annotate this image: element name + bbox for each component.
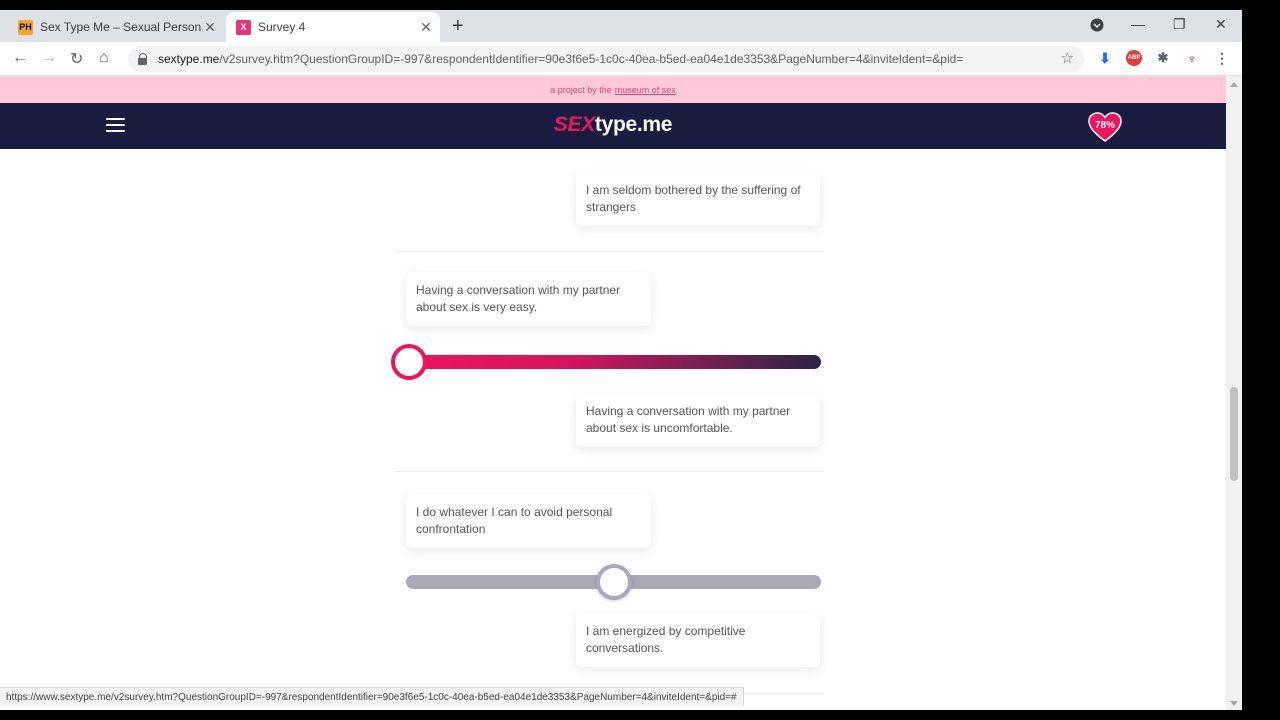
right-statement-bubble: Having a conversation with my partner ab… [576,393,820,447]
home-icon[interactable]: ⌂ [99,49,109,67]
bookmark-star-icon[interactable]: ☆ [1061,49,1074,67]
ph-favicon-icon: PH [18,19,33,35]
x-favicon-icon: X [236,19,251,35]
right-statement-bubble: I am seldom bothered by the suffering of… [576,172,820,226]
close-tab-icon[interactable]: ✕ [202,19,218,36]
profile-menu-icon[interactable] [1090,18,1104,35]
page-scrollbar[interactable] [1226,76,1242,710]
tab-strip: PH Sex Type Me – Sexual Personality ✕ X … [0,10,1242,42]
scrollbar-thumb[interactable] [1230,387,1238,481]
back-arrow-icon[interactable]: ← [12,49,28,67]
forward-arrow-icon[interactable]: → [41,49,57,67]
close-window-icon[interactable]: ✕ [1215,16,1227,33]
page-content: a project by the museum of sex SEXtype.m… [0,76,1226,710]
question-divider [396,471,824,472]
link-status-bar: https://www.sextype.me/v2survey.htm?Ques… [0,687,744,706]
url-text: sextype.me/v2survey.htm?QuestionGroupID=… [158,52,964,66]
tab-title: Sex Type Me – Sexual Personality [40,20,202,34]
download-extension-icon[interactable]: ⬇ [1097,50,1113,66]
museum-link[interactable]: museum of sex [615,85,676,95]
address-bar[interactable]: sextype.me/v2survey.htm?QuestionGroupID=… [128,46,1084,72]
tab-survey[interactable]: X Survey 4 ✕ [226,12,440,42]
left-statement-bubble: I do whatever I can to avoid personal co… [406,494,651,548]
extension-icon[interactable]: ♆ [1184,50,1200,66]
reload-icon[interactable]: ↻ [70,49,83,69]
adblock-icon[interactable]: ABP [1126,50,1142,66]
tab-sextype-home[interactable]: PH Sex Type Me – Sexual Personality ✕ [10,12,224,42]
tab-title: Survey 4 [258,20,306,34]
new-tab-button[interactable]: + [452,16,464,36]
minimize-icon[interactable]: — [1131,16,1145,32]
right-statement-bubble: I am energized by competitive conversati… [576,613,820,667]
promo-text: a project by the [550,84,612,95]
progress-heart-badge: 78% [1088,112,1122,142]
promo-banner: a project by the museum of sex [0,76,1226,103]
progress-value: 78% [1094,120,1115,131]
site-header: SEXtype.me 78% [0,103,1226,149]
site-logo[interactable]: SEXtype.me [0,113,1226,137]
answer-slider-track[interactable] [406,355,821,369]
answer-slider-handle[interactable] [596,564,632,600]
more-menu-icon[interactable]: ⋮ [1214,50,1230,66]
scroll-up-arrow-icon[interactable] [1230,82,1238,87]
left-statement-bubble: Having a conversation with my partner ab… [406,272,651,326]
question-divider [396,251,824,252]
close-tab-icon[interactable]: ✕ [418,19,434,36]
scroll-down-arrow-icon[interactable] [1230,701,1238,706]
lock-icon [138,53,148,65]
restore-icon[interactable]: ❐ [1173,16,1186,33]
answer-slider-handle[interactable] [391,344,427,380]
browser-toolbar: ← → ↻ ⌂ sextype.me/v2survey.htm?Question… [0,42,1242,76]
extensions-puzzle-icon[interactable]: ✱ [1155,50,1171,66]
